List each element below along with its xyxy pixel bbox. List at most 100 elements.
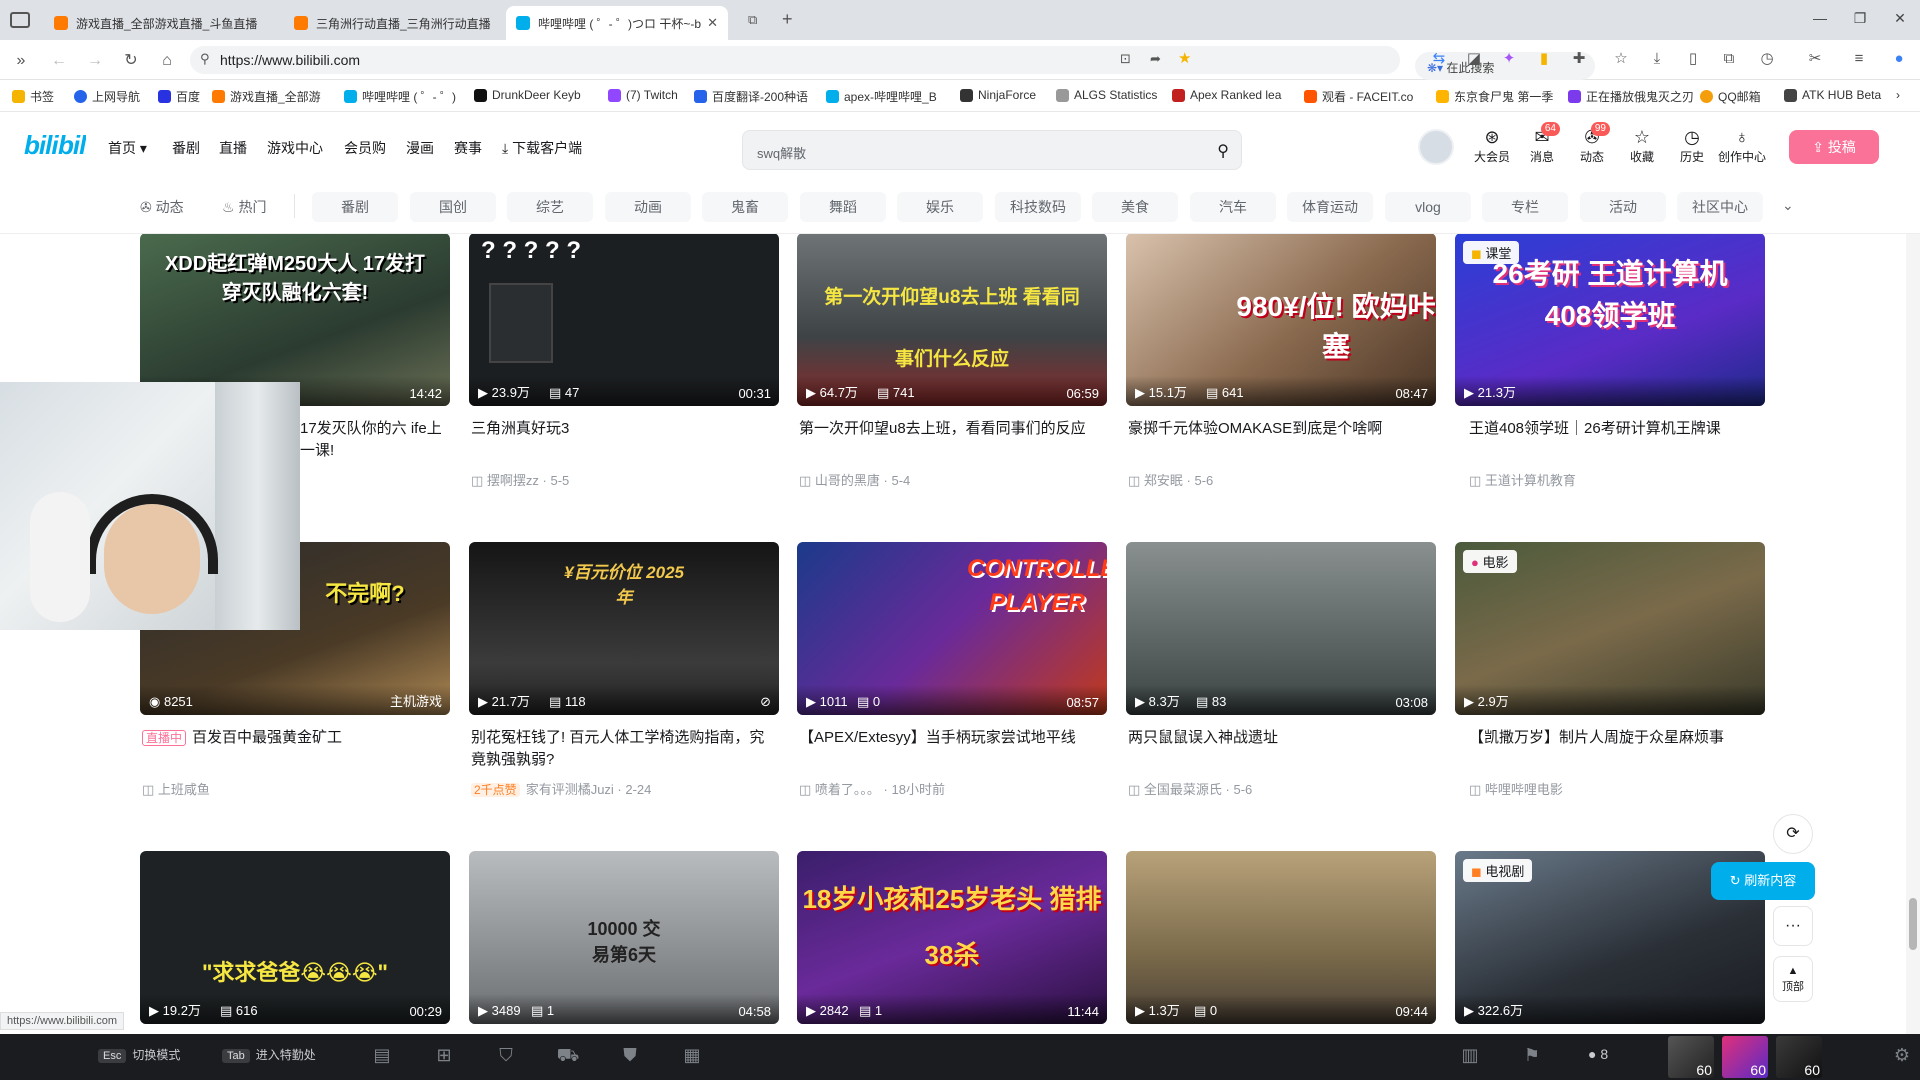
channel-pill[interactable]: 舞蹈 [800,192,886,222]
site-info-icon[interactable]: ⚲ [200,51,210,67]
scissors-icon[interactable]: ✂ [1806,50,1824,68]
bili-search-field[interactable]: swq解散 ⚲ [742,130,1242,170]
bookmark-item[interactable]: 百度翻译-200种语 [694,88,808,105]
calendar-icon[interactable]: ▦ [680,1045,704,1069]
bookmark-item[interactable]: 书签 [12,88,54,105]
sidebar-toggle-icon[interactable]: » [10,50,32,72]
video-author[interactable]: ◫ 喷着了。。。 · 18小时前 [797,779,1107,798]
video-author[interactable]: ◫ 郑安眠 · 5-6 [1126,470,1436,489]
minimize-icon[interactable]: — [1805,10,1835,26]
settings-icon[interactable]: ⚙ [1890,1045,1914,1069]
video-title[interactable]: 别花冤枉钱了! 百元人体工学椅选购指南，究竟孰强孰弱? [469,727,779,771]
video-card[interactable]: ? ? ? ? ? ▶ 23.9万 ▤ 47 00:31 三角洲真好玩3 ◫ 摆… [469,234,779,489]
video-thumbnail[interactable]: ◼ 课堂 26考研 王道计算机 408领学班 ▶ 21.3万 [1455,234,1765,406]
video-card[interactable]: ▶ 8.3万 ▤ 83 03:08 两只鼠鼠误入神战遗址 ◫ 全国最菜源氏 · … [1126,542,1436,798]
video-thumbnail[interactable]: CONTROLLER PLAYER ▶ 1011 ▤ 0 08:57 [797,542,1107,715]
video-title[interactable]: 第一次开仰望u8去上班，看看同事们的反应 [797,418,1107,462]
search-icon[interactable]: ⚲ [1217,141,1229,161]
header-history[interactable]: ◷ 历史 [1668,126,1716,165]
channel-dynamics[interactable]: ✇ 动态 [140,197,184,217]
channel-pill[interactable]: 体育运动 [1287,192,1373,222]
new-tab-icon[interactable]: + [782,9,793,30]
video-thumbnail[interactable]: ¥百元价位 2025年 ▶ 21.7万 ▤ 118 ⊘ [469,542,779,715]
history-icon[interactable]: ◷ [1758,50,1776,68]
ai-assistant-icon[interactable]: ✦ [1500,50,1518,68]
close-tab-icon[interactable]: ✕ [707,15,718,31]
channel-pill[interactable]: 娱乐 [897,192,983,222]
video-title[interactable]: 三角洲真好玩3 [469,418,779,462]
bookmark-item[interactable]: (7) Twitch [608,88,678,102]
video-title[interactable]: 两只鼠鼠误入神战遗址 [1126,727,1436,771]
back-to-top-button[interactable]: ▲ 顶部 [1773,956,1813,1002]
bookmark-item[interactable]: 游戏直播_全部游 [212,88,321,105]
hero-portrait[interactable]: 60 [1776,1036,1822,1078]
video-title[interactable]: 【凯撒万岁】制片人周旋于众星麻烦事 [1455,727,1765,771]
bookmark-item[interactable]: 百度 [158,88,200,105]
video-thumbnail[interactable]: ▶ 1.3万 ▤ 0 09:44 [1126,851,1436,1024]
video-author[interactable]: ◫ 山哥的黑唐 · 5-4 [797,470,1107,489]
tab-list-icon[interactable] [10,12,30,28]
home-icon[interactable]: ⌂ [156,50,178,72]
ad-card[interactable]: ◼ 课堂 26考研 王道计算机 408领学班 ▶ 21.3万 王道408领学班｜… [1455,234,1765,489]
channel-pill[interactable]: 动画 [605,192,691,222]
browser-tab[interactable]: 游戏直播_全部游戏直播_斗鱼直播 [44,6,284,40]
video-thumbnail[interactable]: "求求爸爸😭😭😭" ▶ 19.2万 ▤ 616 00:29 [140,851,450,1024]
video-author[interactable]: ◫ 王道计算机教育 [1455,470,1765,489]
video-author[interactable]: ◫ 全国最菜源氏 · 5-6 [1126,779,1436,798]
profile-icon[interactable]: ● [1890,50,1908,68]
video-thumbnail[interactable]: ● 电影 ▶ 2.9万 [1455,542,1765,715]
share-icon[interactable]: ➦ [1150,51,1161,67]
bookmark-item[interactable]: apex-哔哩哔哩_B [826,88,937,105]
header-favorites[interactable]: ☆ 收藏 [1618,126,1666,165]
switch-mode-hint[interactable]: Esc 切换模式 [98,1046,180,1063]
video-title[interactable]: 【APEX/Extesyy】当手柄玩家尝试地平线 [797,727,1107,771]
enter-ops-hint[interactable]: Tab 进入特勤处 [222,1046,316,1063]
nav-home[interactable]: 首页 ▾ [108,138,147,158]
more-options-button[interactable]: ··· [1773,906,1813,946]
header-dynamics[interactable]: ✇ 99 动态 [1568,122,1616,165]
video-card[interactable]: "求求爸爸😭😭😭" ▶ 19.2万 ▤ 616 00:29 [140,851,450,1024]
video-card[interactable]: ¥百元价位 2025年 ▶ 21.7万 ▤ 118 ⊘ 别花冤枉钱了! 百元人体… [469,542,779,798]
browser-tab[interactable]: 三角洲行动直播_三角洲行动直播 [284,6,514,40]
nav-live[interactable]: 直播 [219,138,247,158]
channel-pill[interactable]: 国创 [410,192,496,222]
page-scrollbar[interactable] [1906,234,1920,1034]
video-thumbnail[interactable]: 980¥/位! 欧妈咔塞 ▶ 15.1万 ▤ 641 08:47 [1126,234,1436,406]
favorites-icon[interactable]: ☆ [1612,50,1630,68]
tab-search-icon[interactable]: ⧉ [748,12,757,28]
puzzle-icon[interactable]: ✚ [1570,50,1588,68]
collections-icon[interactable]: ⧉ [1720,50,1738,68]
nav-game-center[interactable]: 游戏中心 [267,138,323,158]
video-author[interactable]: 2千点赞 家有评测橘Juzi · 2-24 [469,779,779,798]
screenshot-icon[interactable]: ⊡ [1120,51,1131,67]
upload-button[interactable]: ⇪ 投稿 [1789,130,1879,164]
star-icon[interactable]: ★ [1178,49,1191,67]
video-card[interactable]: 18岁小孩和25岁老头 猎排38杀 ▶ 2842 ▤ 1 11:44 [797,851,1107,1024]
refresh-content-button[interactable]: ↻ 刷新内容 [1711,862,1815,900]
hero-portrait[interactable]: 60 [1668,1036,1714,1078]
folder-icon[interactable]: ▮ [1535,50,1553,68]
video-thumbnail[interactable]: 10000 交易第6天 ▶ 3489 ▤ 1 04:58 [469,851,779,1024]
nav-manga[interactable]: 漫画 [406,138,434,158]
header-vip[interactable]: ⊛ 大会员 [1468,126,1516,165]
channel-pill[interactable]: 美食 [1092,192,1178,222]
channel-pill[interactable]: 社区中心 [1677,192,1763,222]
nav-esports[interactable]: 赛事 [454,138,482,158]
video-title[interactable]: 直播中 百发百中最强黄金矿工 [140,727,450,771]
phone-icon[interactable]: ▯ [1684,50,1702,68]
download-icon[interactable]: ⤓ [1648,50,1666,68]
channel-pill[interactable]: 活动 [1580,192,1666,222]
bookmark-item[interactable]: ATK HUB Beta [1784,88,1881,102]
avatar[interactable] [1418,129,1454,165]
channel-pill[interactable]: 鬼畜 [702,192,788,222]
header-messages[interactable]: ✉ 64 消息 [1518,122,1566,165]
close-window-icon[interactable]: ✕ [1885,10,1915,27]
channel-hot[interactable]: ♨ 热门 [222,197,266,217]
video-title[interactable]: 豪掷千元体验OMAKASE到底是个啥啊 [1126,418,1436,462]
video-author[interactable]: ◫ 哔哩哔哩电影 [1455,779,1765,798]
chat-icon[interactable]: ▤ [370,1045,394,1069]
video-card[interactable]: CONTROLLER PLAYER ▶ 1011 ▤ 0 08:57 【APEX… [797,542,1107,798]
movie-card[interactable]: ● 电影 ▶ 2.9万 【凯撒万岁】制片人周旋于众星麻烦事 ◫ 哔哩哔哩电影 [1455,542,1765,798]
header-creator-center[interactable]: ♁ 创作中心 [1718,126,1766,165]
hero-portrait[interactable]: 60 [1722,1036,1768,1078]
